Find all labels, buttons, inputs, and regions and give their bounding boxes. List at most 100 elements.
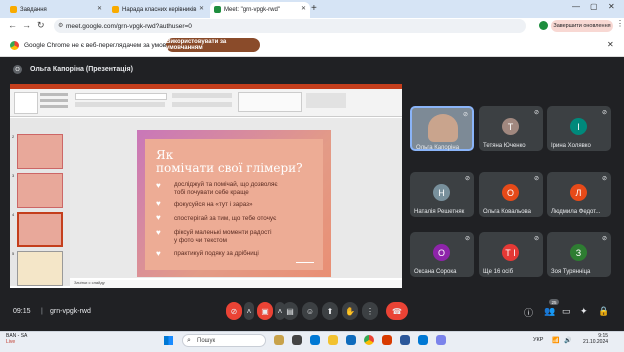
participant-tile[interactable]: Т ⊘ Тетяна Юченко <box>479 106 543 151</box>
weather-widget[interactable]: BAN - SA Live <box>6 333 27 345</box>
participant-tile[interactable]: І ⊘ Ірина Холявко <box>547 106 611 151</box>
wifi-icon[interactable]: 📶 <box>552 337 559 344</box>
participant-avatar: Н <box>433 184 450 201</box>
finish-update-button[interactable]: Завершити оновлення <box>551 20 613 32</box>
captions-button[interactable]: ▤ <box>282 302 298 320</box>
address-bar[interactable]: ⚙ meet.google.com/grn-vpgk-rwd?authuser=… <box>54 19 526 33</box>
task-view-icon[interactable] <box>292 335 302 345</box>
chat-icon[interactable]: ▭ <box>562 306 571 317</box>
app-icon[interactable] <box>418 335 428 345</box>
reload-icon[interactable]: ↻ <box>37 20 45 31</box>
tab-label: Нарада класних керівників <box>122 7 197 13</box>
mic-off-icon: ⊘ <box>601 110 607 116</box>
store-icon[interactable] <box>346 335 356 345</box>
ribbon-group <box>40 105 68 108</box>
participant-name: Наталія Решетняк <box>414 209 465 215</box>
taskbar-clock[interactable]: 9:15 21.10.2024 <box>583 333 608 345</box>
video-feed <box>428 114 458 142</box>
slide-thumbnail[interactable] <box>17 134 63 169</box>
participant-tile[interactable]: О ⊘ Оксана Сорока <box>410 232 474 277</box>
participant-tile[interactable]: О ⊘ Ольга Ковальова <box>479 172 543 217</box>
slide-title-line: помічати свої глімери? <box>156 161 303 175</box>
raise-hand-button[interactable]: ✋ <box>342 302 358 320</box>
profile-avatar[interactable] <box>539 21 548 30</box>
slide-thumbnail-selected[interactable] <box>17 212 63 247</box>
leave-call-button[interactable]: ☎ <box>386 302 408 320</box>
heart-icon: ♥ <box>156 228 161 237</box>
activities-icon[interactable]: ✦ <box>580 306 588 317</box>
mic-off-button[interactable]: ⊘ <box>226 302 242 320</box>
close-icon[interactable]: ✕ <box>607 40 614 49</box>
close-window-button[interactable]: ✕ <box>608 2 615 11</box>
heart-icon: ♥ <box>156 181 161 190</box>
tab-meet[interactable]: Meet: "grn-vpgk-rwd" ✕ <box>210 2 310 18</box>
language-indicator[interactable]: УКР <box>533 337 543 343</box>
participant-avatar: О <box>433 244 450 261</box>
slide-title: Як помічати свої глімери? <box>156 149 303 175</box>
back-icon[interactable]: ← <box>8 20 17 30</box>
tab-assignment[interactable]: Завдання ✕ <box>6 2 106 18</box>
heart-icon: ♥ <box>156 249 161 258</box>
set-default-button[interactable]: Використовувати за умовчанням <box>166 38 260 52</box>
close-icon[interactable]: ✕ <box>97 5 102 12</box>
notes-pane: Зачітки с слайду <box>70 280 402 288</box>
maximize-button[interactable]: ▢ <box>590 2 598 11</box>
search-placeholder: Пошук <box>197 337 216 344</box>
participant-avatar: Т <box>502 118 519 135</box>
windows-start-icon[interactable] <box>164 336 173 345</box>
volume-icon[interactable]: 🔊 <box>564 337 571 344</box>
tab-meeting[interactable]: Нарада класних керівників ✕ <box>108 2 208 18</box>
new-tab-button[interactable]: + <box>311 3 317 14</box>
clock-date: 21.10.2024 <box>583 339 609 345</box>
participant-tile[interactable]: ⊘ Ольга Капоріна <box>410 106 474 151</box>
url-text: meet.google.com/grn-vpgk-rwd?authuser=0 <box>66 22 192 30</box>
powerpoint-icon[interactable] <box>382 335 392 345</box>
participant-avatar: І <box>570 118 587 135</box>
file-explorer-icon[interactable] <box>328 335 338 345</box>
participant-tile[interactable]: Т І ⊘ Ще 16 осіб <box>479 232 543 277</box>
more-options-button[interactable]: ⋮ <box>362 302 378 320</box>
chrome-taskbar-icon[interactable] <box>364 335 374 345</box>
participant-avatar: Т І <box>502 244 519 261</box>
forward-icon[interactable]: → <box>22 20 31 30</box>
word-icon[interactable] <box>400 335 410 345</box>
participant-name: Людмила Федот... <box>551 209 601 215</box>
participant-tile[interactable]: З ⊘ Зоя Турянніца <box>547 232 611 277</box>
mic-off-icon: ⊘ <box>464 236 470 242</box>
info-icon[interactable]: ⓘ <box>524 306 533 319</box>
slide-bullet: досліджуй та помічай, що дозволяє <box>174 181 278 188</box>
editing-group <box>306 93 346 108</box>
participant-name: Ірина Холявко <box>551 143 591 149</box>
slide-bullet: у фото чи текстом <box>174 237 227 244</box>
teams-icon[interactable] <box>436 335 446 345</box>
site-info-icon[interactable]: ⚙ <box>58 22 63 29</box>
slide-thumbnail[interactable] <box>17 251 63 286</box>
taskbar-search[interactable]: ⌕ Пошук <box>182 334 266 347</box>
participant-name: Тетяна Юченко <box>483 143 526 149</box>
participant-name: Оксана Сорока <box>414 269 457 275</box>
menu-icon[interactable]: ⋮ <box>616 19 624 28</box>
participant-avatar: Л <box>570 184 587 201</box>
slide-thumbnail[interactable] <box>17 173 63 208</box>
mic-options-icon[interactable]: ˄ <box>244 302 254 320</box>
ribbon-group <box>40 93 68 96</box>
participant-tile[interactable]: Н ⊘ Наталія Решетняк <box>410 172 474 217</box>
reactions-button[interactable]: ☺ <box>302 302 318 320</box>
edge-icon[interactable] <box>310 335 320 345</box>
close-icon[interactable]: ✕ <box>199 5 204 12</box>
tab-label: Завдання <box>20 7 47 13</box>
weather-desc: Live <box>6 339 16 345</box>
present-button[interactable]: ⬆ <box>322 302 338 320</box>
participant-tile[interactable]: Л ⊘ Людмила Федот... <box>547 172 611 217</box>
thumb-number: 2 <box>12 134 15 139</box>
camera-off-button[interactable]: ▣ <box>257 302 273 320</box>
minimize-button[interactable]: — <box>572 2 580 11</box>
news-app-icon[interactable] <box>274 335 284 345</box>
host-controls-icon[interactable]: 🔒 <box>598 306 609 317</box>
participant-name: Зоя Турянніца <box>551 269 591 275</box>
thumb-number: 5 <box>12 251 15 256</box>
people-icon[interactable]: 👥 <box>544 306 555 317</box>
close-icon[interactable]: ✕ <box>301 5 306 12</box>
participant-avatar: О <box>502 184 519 201</box>
heart-icon: ♥ <box>156 199 161 208</box>
